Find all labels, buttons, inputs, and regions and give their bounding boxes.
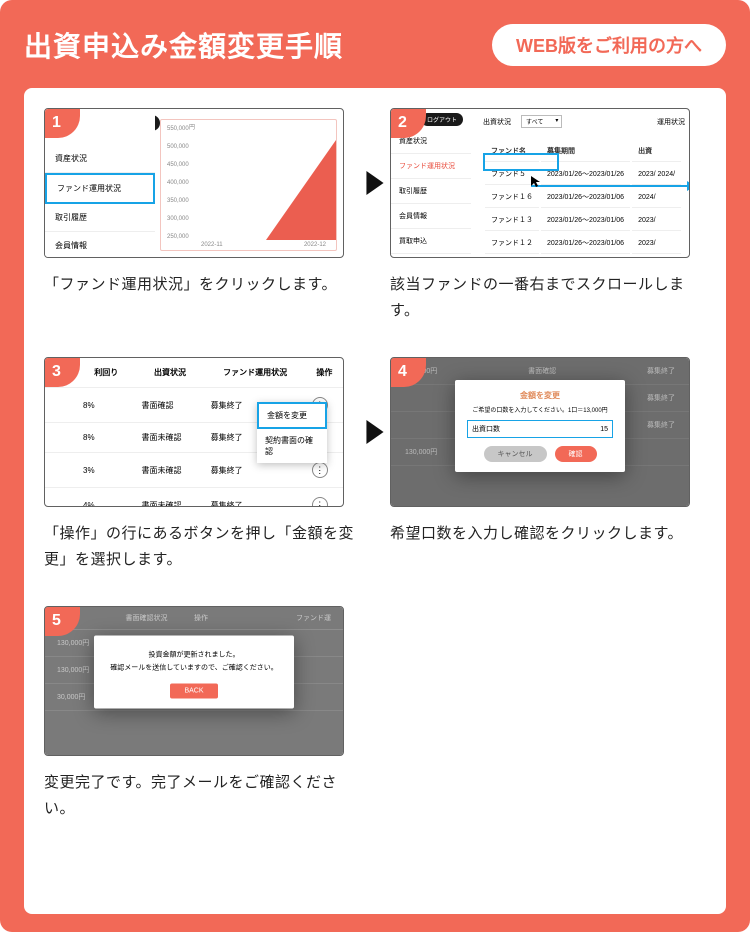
chart-panel: 円 550,000 500,000 450,000 400,000 350,00… [160,119,337,251]
col-right: 運用状況 [657,117,685,127]
step-1: 1 ログアウト 資産状況 ファンド運用状況 取引履歴 会員情報 買取申込 円 [44,108,360,298]
header: 出資申込み金額変更手順 WEB版をご利用の方へ [24,24,726,66]
x-axis: 2022-11 2022-12 [201,242,326,248]
chart-area [266,140,336,240]
content-panel: 1 ログアウト 資産状況 ファンド運用状況 取引履歴 会員情報 買取申込 円 [24,88,726,914]
page-title: 出資申込み金額変更手順 [24,25,343,65]
step-2-thumb: 2 ログアウト 出資状況 すべて 運用状況 資産状況 ファンド運用状況 取引履歴… [390,108,690,258]
arrow-icon [360,108,390,258]
step-2: 2 ログアウト 出資状況 すべて 運用状況 資産状況 ファンド運用状況 取引履歴… [390,108,706,323]
audience-badge: WEB版をご利用の方へ [492,24,726,66]
menu-item: 会員情報 [45,232,155,258]
step-3-caption: 「操作」の行にあるボタンを押し「金額を変更」を選択します。 [44,521,360,572]
dropdown-item: 契約書面の確認 [257,429,327,463]
confirm-button: 確認 [555,446,597,462]
modal-note: ご希望の口数を入力してください。1口＝13,000円 [467,405,613,414]
success-modal: 投資金額が更新されました。 確認メールを送信していますので、ご確認ください。 B… [94,636,294,709]
modal-line1: 投資金額が更新されました。 [106,650,282,660]
amount-modal: 金額を変更 ご希望の口数を入力してください。1口＝13,000円 出資口数 15… [455,380,625,472]
back-button: BACK [170,684,217,699]
step-5-thumb: 5 投資額 書面確認状況 操作 ファンド運 130,000円書面確認 130,0… [44,606,344,756]
logout-button: ログアウト [421,113,463,126]
table-row: ファンド１３2023/01/26～2023/01/062023/ [485,210,681,231]
step-3: 3 利回り 出資状況 ファンド運用状況 操作 8%書面確認募集終了⋮ 8%書面未… [44,357,360,572]
step-5-caption: 変更完了です。完了メールをご確認ください。 [44,770,360,821]
menu-item: 資産状況 [45,145,155,173]
page: 出資申込み金額変更手順 WEB版をご利用の方へ 1 ログアウト 資産状況 ファン… [0,0,750,932]
cancel-button: キャンセル [484,446,547,462]
step-4-caption: 希望口数を入力し確認をクリックします。 [390,521,706,547]
step-1-caption: 「ファンド運用状況」をクリックします。 [44,272,360,298]
step-5: 5 投資額 書面確認状況 操作 ファンド運 130,000円書面確認 130,0… [44,606,360,821]
menu-item-active: ファンド運用状況 [391,154,471,179]
field-value: 15 [506,426,608,433]
y-axis: 550,000 500,000 450,000 400,000 350,000 … [167,126,189,240]
table-row: ファンド１６2023/01/26～2023/01/062024/ [485,187,681,208]
operation-icon: ⋮ [312,462,328,478]
menu-item: 取引履歴 [45,204,155,232]
filter-label: 出資状況 [483,117,511,127]
modal-title: 金額を変更 [467,390,613,401]
step-1-thumb: 1 ログアウト 資産状況 ファンド運用状況 取引履歴 会員情報 買取申込 円 [44,108,344,258]
arrow-icon [360,357,390,507]
modal-line2: 確認メールを送信していますので、ご確認ください。 [106,663,282,673]
step-2-caption: 該当ファンドの一番右までスクロールします。 [390,272,706,323]
units-field: 出資口数 15 [467,420,613,438]
filter-row: 出資状況 すべて 運用状況 [483,115,685,128]
menu-item-fund-status: ファンド運用状況 [45,173,155,204]
step-4: 4 130,000円書面確認募集終了 書面未確認募集終了 書面未確認募集終了 1… [390,357,706,547]
table-row: ファンド１２2023/01/26～2023/01/062023/ [485,233,681,254]
operation-icon: ⋮ [312,497,328,507]
highlight-box [483,153,559,171]
step-3-thumb: 3 利回り 出資状況 ファンド運用状況 操作 8%書面確認募集終了⋮ 8%書面未… [44,357,344,507]
field-label: 出資口数 [472,424,500,434]
filter-select: すべて [521,115,562,128]
cursor-icon [531,175,543,187]
dropdown-item-change-amount: 金額を変更 [257,402,327,429]
sidebar: 資産状況 ファンド運用状況 取引履歴 会員情報 買取申込 買取申請履歴 [391,129,471,258]
step-4-thumb: 4 130,000円書面確認募集終了 書面未確認募集終了 書面未確認募集終了 1… [390,357,690,507]
dropdown-menu: 金額を変更 契約書面の確認 [257,402,327,463]
scroll-arrow-icon [531,185,689,187]
y-unit: 円 [189,122,195,131]
table-row: 4%書面未確認募集終了⋮ [45,488,343,508]
